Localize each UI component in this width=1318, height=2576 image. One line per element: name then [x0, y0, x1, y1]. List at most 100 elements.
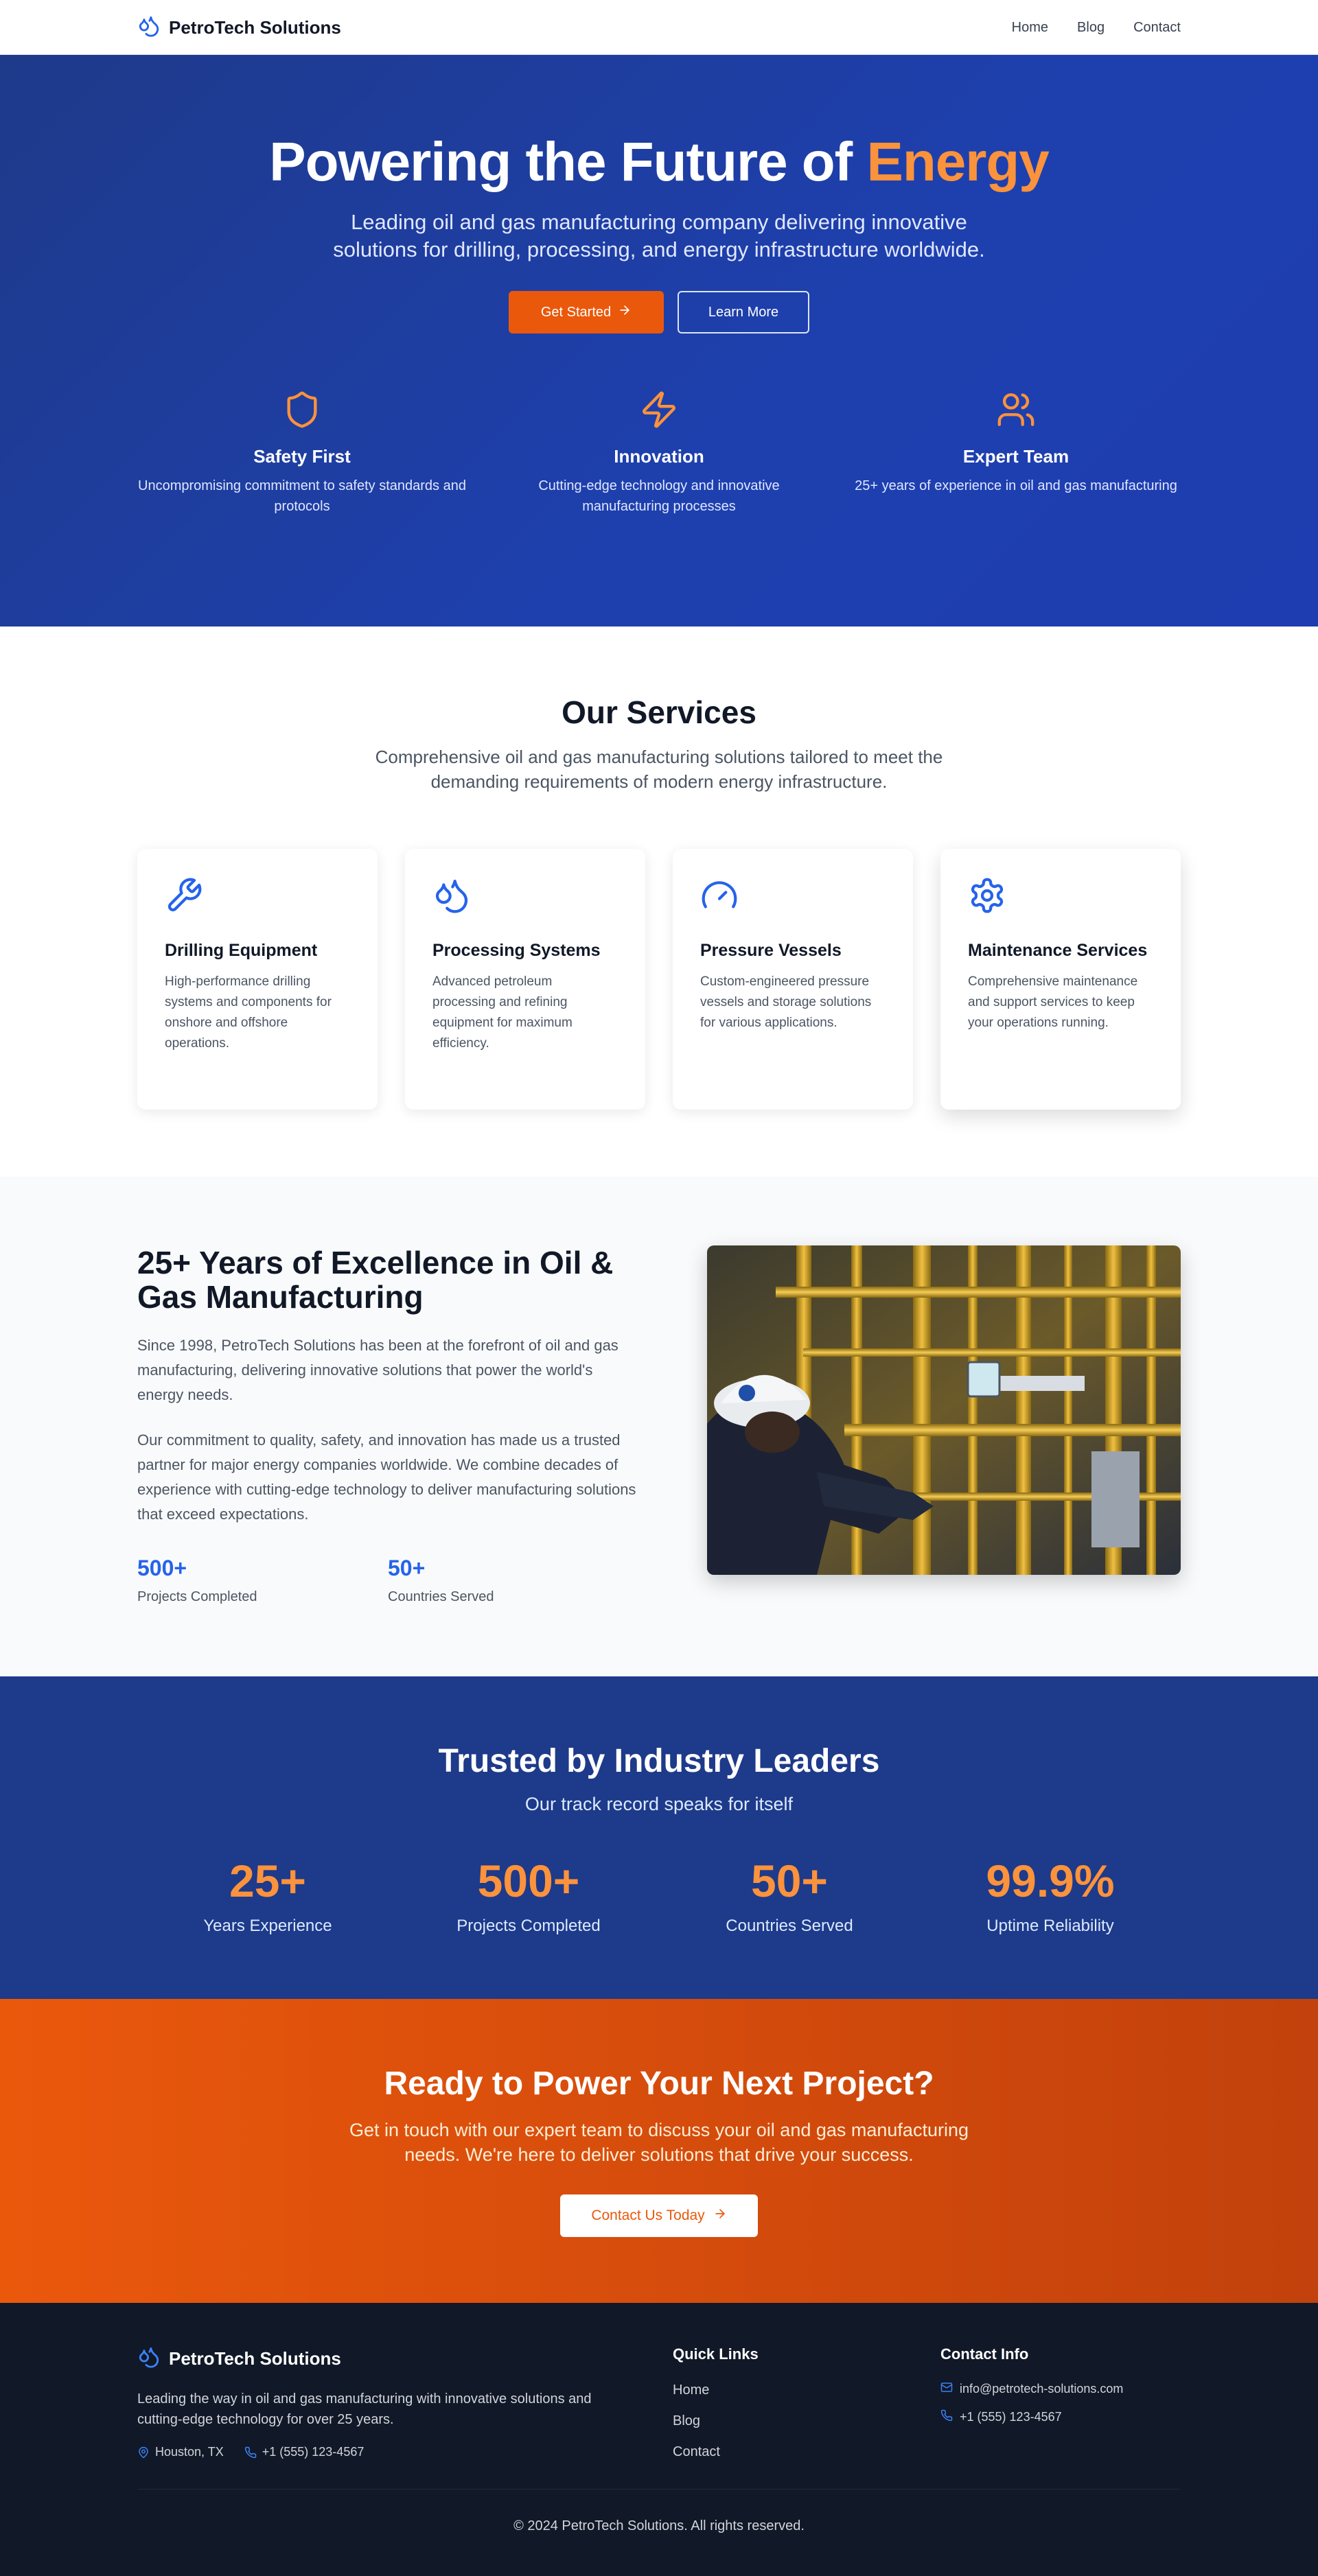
hero-section: Powering the Future of Energy Leading oi… [0, 55, 1318, 627]
stats-title: Trusted by Industry Leaders [438, 1743, 880, 1779]
contact-us-button[interactable]: Contact Us Today [560, 2194, 758, 2237]
about-section: 25+ Years of Excellence in Oil & Gas Man… [0, 1177, 1318, 1676]
droplets-icon [137, 14, 161, 41]
service-card-maintenance[interactable]: Maintenance Services Comprehensive maint… [940, 849, 1181, 1110]
stat-number: 50+ [751, 1855, 828, 1906]
services-subtitle: Comprehensive oil and gas manufacturing … [375, 747, 943, 792]
hero-title-accent: Energy [866, 131, 1050, 192]
droplets-icon [432, 879, 471, 917]
service-card-processing[interactable]: Processing Systems Advanced petroleum pr… [405, 849, 645, 1110]
get-started-button[interactable]: Get Started [509, 291, 664, 333]
hero-title: Powering the Future of Energy [137, 55, 1181, 194]
service-card-title: Maintenance Services [968, 941, 1148, 960]
feature-safety: Safety First Uncompromising commitment t… [137, 390, 467, 517]
service-card-title: Drilling Equipment [165, 941, 318, 960]
hero-lead: Leading oil and gas manufacturing compan… [333, 210, 985, 261]
feature-desc: Cutting-edge technology and innovative m… [538, 478, 780, 514]
feature-expert-team: Expert Team 25+ years of experience in o… [851, 390, 1181, 517]
stat-label: Projects Completed [456, 1917, 601, 1935]
footer-link-blog[interactable]: Blog [673, 2413, 940, 2429]
quick-links-title: Quick Links [673, 2345, 759, 2363]
service-card-desc: High-performance drilling systems and co… [165, 974, 332, 1051]
stats-row: 25+ Years Experience 500+ Projects Compl… [137, 1855, 1181, 1936]
feature-desc: 25+ years of experience in oil and gas m… [855, 478, 1177, 493]
cta-title: Ready to Power Your Next Project? [384, 2065, 934, 2102]
mail-icon [940, 2381, 953, 2397]
phone-icon [940, 2409, 953, 2425]
learn-more-button[interactable]: Learn More [678, 291, 809, 333]
stat-uptime: 99.9% Uptime Reliability [920, 1855, 1181, 1936]
stat-label: Years Experience [203, 1917, 332, 1935]
footer-location: Houston, TX [137, 2445, 224, 2459]
about-paragraph: Our commitment to quality, safety, and i… [137, 1431, 636, 1523]
footer-email-text: info@petrotech-solutions.com [960, 2382, 1124, 2396]
service-card-desc: Comprehensive maintenance and support se… [968, 974, 1138, 1030]
map-pin-icon [137, 2446, 150, 2459]
feature-title: Innovation [614, 446, 704, 467]
footer-brand[interactable]: PetroTech Solutions [137, 2345, 673, 2372]
nav-link-home[interactable]: Home [1012, 20, 1048, 36]
service-card-desc: Advanced petroleum processing and refini… [432, 974, 573, 1051]
users-icon [851, 390, 1181, 432]
service-card-title: Processing Systems [432, 941, 601, 960]
service-card-pressure[interactable]: Pressure Vessels Custom-engineered press… [673, 849, 913, 1110]
footer-divider [137, 2489, 1181, 2490]
footer-brand-name: PetroTech Solutions [169, 2348, 341, 2369]
stats-section: Trusted by Industry Leaders Our track re… [0, 1676, 1318, 1999]
footer-link-contact[interactable]: Contact [673, 2444, 940, 2460]
service-cards: Drilling Equipment High-performance dril… [137, 849, 1181, 1110]
stat-label: Countries Served [388, 1589, 494, 1604]
footer-contact-phone-text: +1 (555) 123-4567 [960, 2410, 1062, 2424]
footer-contact-phone[interactable]: +1 (555) 123-4567 [940, 2409, 1123, 2425]
wrench-icon [165, 878, 203, 917]
footer-brand-column: PetroTech Solutions Leading the way in o… [137, 2345, 673, 2460]
shield-icon [137, 390, 467, 432]
stat-number: 500+ [137, 1556, 187, 1580]
refinery-worker-photo [707, 1245, 1181, 1575]
about-stat-projects: 500+ Projects Completed [137, 1556, 388, 1605]
get-started-label: Get Started [540, 304, 612, 320]
about-stat-countries: 50+ Countries Served [388, 1556, 638, 1605]
nav-links: Home Blog Contact [1012, 20, 1181, 36]
cta-text: Get in touch with our expert team to dis… [349, 2120, 969, 2165]
arrow-right-icon [618, 303, 632, 321]
gauge-icon [700, 881, 739, 917]
stat-countries: 50+ Countries Served [659, 1855, 920, 1936]
service-card-desc: Custom-engineered pressure vessels and s… [700, 974, 872, 1030]
service-card-title: Pressure Vessels [700, 941, 842, 960]
stat-label: Projects Completed [137, 1589, 257, 1604]
lightning-icon [494, 390, 824, 432]
footer-email[interactable]: info@petrotech-solutions.com [940, 2381, 1123, 2397]
contact-info-title: Contact Info [940, 2345, 1029, 2363]
nav-link-blog[interactable]: Blog [1077, 20, 1105, 36]
arrow-right-icon [713, 2207, 727, 2225]
cta-section: Ready to Power Your Next Project? Get in… [0, 1999, 1318, 2303]
feature-title: Safety First [253, 446, 351, 467]
footer-link-home[interactable]: Home [673, 2382, 940, 2398]
contact-us-label: Contact Us Today [591, 2208, 705, 2223]
stat-number: 99.9% [986, 1855, 1115, 1906]
nav-link-contact[interactable]: Contact [1133, 20, 1181, 36]
footer-location-text: Houston, TX [155, 2445, 224, 2459]
hero-buttons: Get Started Learn More [137, 291, 1181, 333]
footer-phone-text: +1 (555) 123-4567 [262, 2445, 365, 2459]
gear-icon [968, 878, 1006, 917]
stats-subtitle: Our track record speaks for itself [524, 1794, 794, 1814]
services-title: Our Services [562, 694, 756, 730]
about-paragraph: Since 1998, PetroTech Solutions has been… [137, 1337, 618, 1403]
phone-icon [244, 2446, 257, 2459]
footer-quick-links: Quick Links Home Blog Contact [673, 2345, 940, 2460]
brand-logo-link[interactable]: PetroTech Solutions [137, 14, 341, 41]
stat-years: 25+ Years Experience [137, 1855, 398, 1936]
feature-title: Expert Team [962, 446, 1070, 467]
footer-about: Leading the way in oil and gas manufactu… [137, 2391, 592, 2427]
droplets-icon [137, 2345, 161, 2372]
footer-phone: +1 (555) 123-4567 [244, 2445, 365, 2459]
stat-projects: 500+ Projects Completed [398, 1855, 659, 1936]
site-footer: PetroTech Solutions Leading the way in o… [0, 2303, 1318, 2576]
service-card-drilling[interactable]: Drilling Equipment High-performance dril… [137, 849, 378, 1110]
footer-location-phone: Houston, TX +1 (555) 123-4567 [137, 2445, 673, 2459]
about-stats: 500+ Projects Completed 50+ Countries Se… [137, 1556, 638, 1605]
about-title: 25+ Years of Excellence in Oil & Gas Man… [137, 1245, 614, 1315]
copyright: © 2024 PetroTech Solutions. All rights r… [513, 2518, 805, 2533]
